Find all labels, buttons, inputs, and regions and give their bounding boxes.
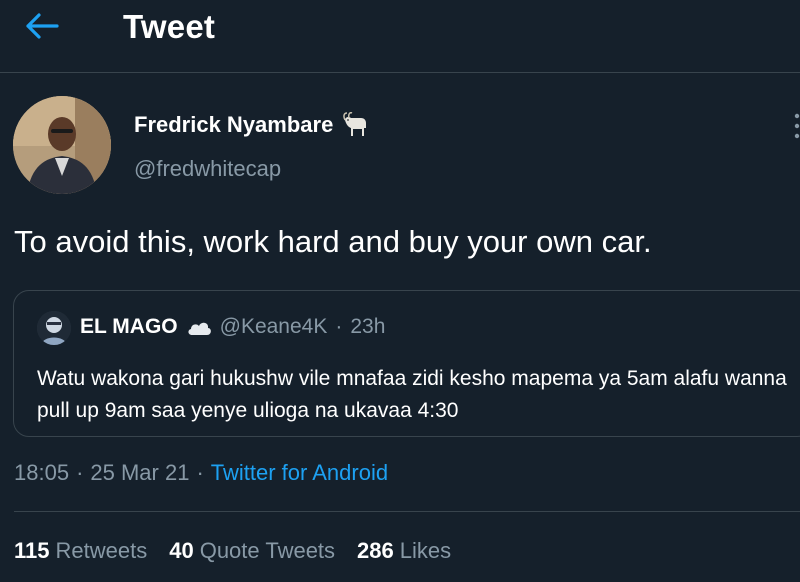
quote-header: EL MAGO @Keane4K · 23h [80,315,385,339]
quote-avatar-image [37,311,71,345]
tweet-time: 18:05 [14,460,70,485]
quote-tweets-count: 40 [169,538,194,563]
likes-label: Likes [399,538,452,563]
author-name-text: Fredrick Nyambare [134,112,334,137]
tweet-meta: 18:05 · 25 Mar 21 · Twitter for Android [14,460,388,486]
tweet-text: To avoid this, work hard and buy your ow… [14,224,652,259]
likes-count: 286 [357,538,394,563]
more-options-icon[interactable] [792,112,800,144]
author-handle[interactable]: @fredwhitecap [134,156,281,182]
retweets-stat[interactable]: 115 Retweets [14,538,147,564]
quote-dot-separator: · [335,315,343,338]
quoted-tweet-card[interactable]: EL MAGO @Keane4K · 23h Watu wakona gari … [13,290,800,437]
author-name[interactable]: Fredrick Nyambare [134,112,369,138]
retweets-count: 115 [14,538,50,563]
quote-tweets-stat[interactable]: 40 Quote Tweets [169,538,335,564]
meta-separator: · [76,460,84,485]
quote-tweets-label: Quote Tweets [199,538,336,563]
cloud-emoji-icon [188,322,211,335]
divider [14,511,800,512]
author-avatar[interactable] [13,96,111,194]
tweet-date: 25 Mar 21 [90,460,190,485]
engagement-stats: 115 Retweets 40 Quote Tweets 286 Likes [14,538,451,564]
meta-separator: · [196,460,204,485]
quote-author-handle: @Keane4K [219,315,328,338]
quote-text: Watu wakona gari hukushw vile mnafaa zid… [37,367,787,422]
tweet-detail-screen: Tweet Fredrick Nyambare @fredwhitecap To… [0,0,800,582]
tweet-source-link[interactable]: Twitter for Android [211,460,388,486]
likes-stat[interactable]: 286 Likes [357,538,451,564]
page-title: Tweet [123,8,216,45]
arrow-left-icon [26,13,59,39]
quote-author-name: EL MAGO [80,315,178,338]
top-bar: Tweet [0,0,800,73]
quote-author-avatar [37,311,71,345]
author-avatar-image [13,96,111,194]
back-button[interactable] [22,6,62,46]
quote-time: 23h [350,315,386,338]
goat-emoji-icon [343,112,367,136]
retweets-label: Retweets [55,538,148,563]
